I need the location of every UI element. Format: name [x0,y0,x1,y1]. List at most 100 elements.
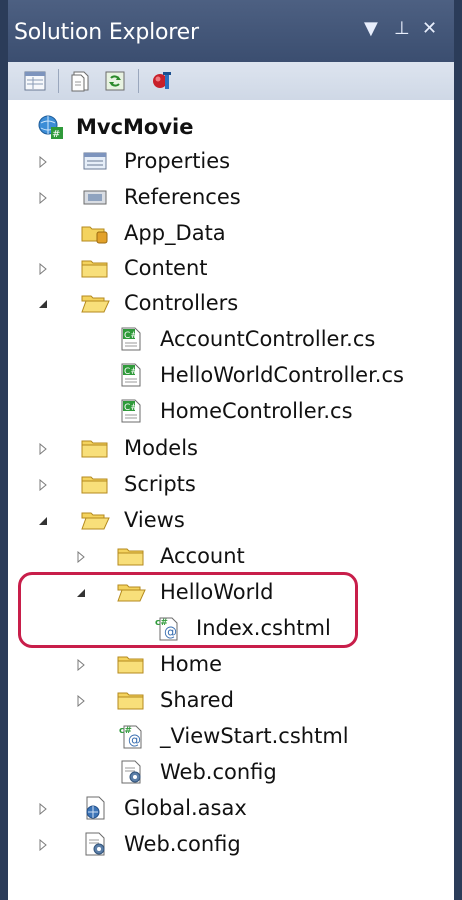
svg-text:@: @ [164,625,177,640]
view-class-diagram-button[interactable] [146,67,176,95]
tree-item-label: App_Data [124,221,226,245]
solution-tree: # MvcMovie Properties References App_Dat… [8,100,454,900]
collapse-arrow-icon[interactable] [36,297,50,311]
expand-arrow-icon[interactable] [36,442,50,456]
tree-item-models[interactable]: Models [8,431,454,465]
tree-item-label: AccountController.cs [160,327,376,351]
tree-item-label: HelloWorld [160,580,274,604]
window-title: Solution Explorer [14,20,199,45]
properties-icon [80,148,110,174]
cshtml-file-icon: c# @ [116,723,146,749]
tree-item-index-cshtml[interactable]: c# @ Index.cshtml [8,611,454,645]
refresh-icon [105,71,125,91]
tree-item-views[interactable]: Views [8,503,454,537]
tree-item-label: Models [124,436,198,460]
folder-icon [116,543,146,569]
cshtml-file-icon: c# @ [152,615,182,641]
tree-item-label: Global.asax [124,796,247,820]
expand-arrow-icon[interactable] [36,191,50,205]
tree-item-label: Content [124,256,208,280]
tree-item-content[interactable]: Content [8,251,454,285]
tree-item-views-web-config[interactable]: Web.config [8,755,454,789]
global-asax-icon [80,795,110,821]
csharp-file-icon: C# [116,398,146,424]
svg-text:#: # [52,129,60,140]
tree-item-helloworldcontroller[interactable]: C# HelloWorldController.cs [8,358,454,392]
tree-item-shared[interactable]: Shared [8,683,454,717]
csharp-file-icon: C# [116,362,146,388]
tree-item-label: Web.config [160,760,277,784]
tree-item-app-data[interactable]: App_Data [8,216,454,250]
tree-item-label: MvcMovie [76,115,194,139]
tree-item-label: Scripts [124,472,196,496]
tree-item-scripts[interactable]: Scripts [8,467,454,501]
tree-item-label: Account [160,544,245,568]
tree-item-label: Views [124,508,185,532]
tree-item-label: Home [160,652,223,676]
toolbar-separator [138,69,139,93]
config-file-icon [116,759,146,785]
svg-text:C#: C# [124,367,138,377]
folder-open-icon [80,290,110,316]
tree-item-home[interactable]: Home [8,647,454,681]
folder-open-icon [80,507,110,533]
app-data-folder-icon [80,220,110,246]
tree-item-references[interactable]: References [8,180,454,214]
tree-item-mvcmovie[interactable]: # MvcMovie [8,110,454,144]
properties-button[interactable] [20,67,50,95]
tree-item-root-web-config[interactable]: Web.config [8,827,454,861]
web-project-icon: # [36,114,66,140]
tree-item-controllers[interactable]: Controllers [8,286,454,320]
svg-text:C#: C# [124,331,138,341]
tree-item-label: Index.cshtml [196,616,331,640]
tree-item-properties[interactable]: Properties [8,144,454,178]
tree-item-viewstart-cshtml[interactable]: c# @ _ViewStart.cshtml [8,719,454,753]
collapse-arrow-icon[interactable] [74,586,88,600]
class-diagram-icon [153,72,171,89]
folder-icon [80,435,110,461]
folder-icon [116,651,146,677]
expand-arrow-icon[interactable] [74,550,88,564]
solution-explorer-window: Solution Explorer ▼ ⊥ ✕ # MvcMovie Prope… [0,0,462,900]
tree-item-label: HelloWorldController.cs [160,363,404,387]
title-bar: Solution Explorer ▼ ⊥ ✕ [8,0,454,62]
expand-arrow-icon[interactable] [74,658,88,672]
expand-arrow-icon[interactable] [36,838,50,852]
expand-arrow-icon[interactable] [36,155,50,169]
window-position-dropdown-icon[interactable]: ▼ [364,18,378,39]
folder-icon [80,255,110,281]
svg-text:C#: C# [124,403,138,413]
tree-item-homecontroller[interactable]: C# HomeController.cs [8,394,454,428]
tree-item-label: Web.config [124,832,241,856]
expand-arrow-icon[interactable] [36,802,50,816]
tree-item-accountcontroller[interactable]: C# AccountController.cs [8,322,454,356]
tree-item-helloworld[interactable]: HelloWorld [8,575,454,609]
show-all-files-icon [71,71,89,92]
toolbar-separator [58,69,59,93]
tree-item-label: Shared [160,688,234,712]
refresh-button[interactable] [100,67,130,95]
expand-arrow-icon[interactable] [74,694,88,708]
config-file-icon [80,831,110,857]
expand-arrow-icon[interactable] [36,478,50,492]
tree-item-label: Properties [124,149,231,173]
toolbar [8,62,454,101]
references-icon [80,184,110,210]
tree-item-label: Controllers [124,291,239,315]
svg-text:@: @ [128,733,141,748]
show-all-files-button[interactable] [66,67,96,95]
tree-item-account[interactable]: Account [8,539,454,573]
folder-icon [80,471,110,497]
auto-hide-pin-icon[interactable]: ⊥ [394,18,410,39]
folder-open-icon [116,579,146,605]
tree-item-label: References [124,185,241,209]
expand-arrow-icon[interactable] [36,262,50,276]
collapse-arrow-icon[interactable] [36,514,50,528]
folder-icon [116,687,146,713]
tree-item-label: HomeController.cs [160,399,353,423]
properties-grid-icon [24,71,46,91]
close-icon[interactable]: ✕ [422,18,437,39]
tree-item-label: _ViewStart.cshtml [160,724,349,748]
csharp-file-icon: C# [116,326,146,352]
tree-item-global-asax[interactable]: Global.asax [8,791,454,825]
